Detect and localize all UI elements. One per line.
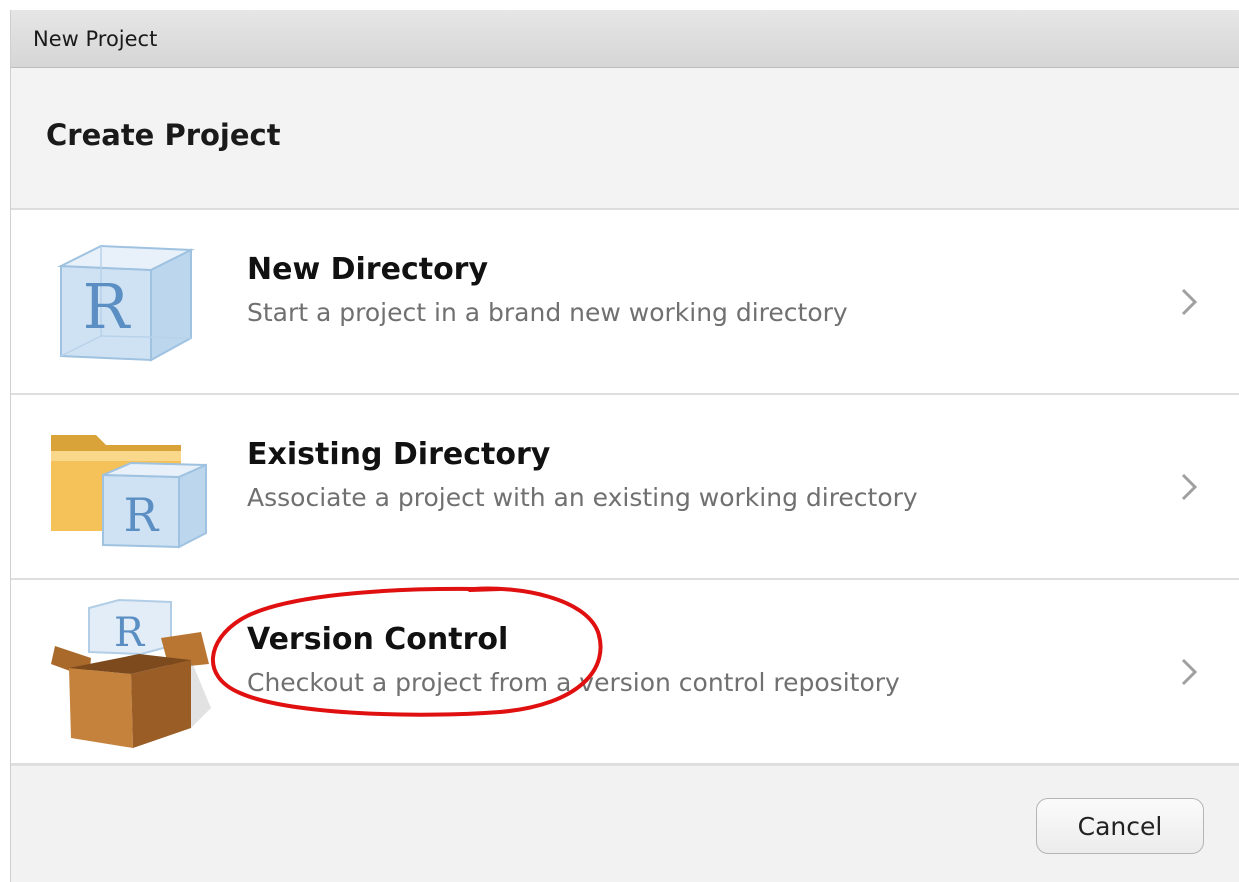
option-description: Checkout a project from a version contro…	[247, 668, 900, 697]
option-description: Associate a project with an existing wor…	[247, 483, 918, 512]
new-project-dialog: New Project Create Project R New Directo…	[10, 10, 1239, 882]
option-new-directory[interactable]: R New Directory Start a project in a bra…	[11, 210, 1239, 395]
svg-text:R: R	[114, 610, 146, 656]
option-existing-directory[interactable]: R Existing Directory Associate a project…	[11, 395, 1239, 580]
option-title: Existing Directory	[247, 437, 551, 472]
window-title: New Project	[33, 27, 158, 51]
option-title: Version Control	[247, 622, 509, 657]
r-cube-icon: R	[57, 244, 195, 362]
chevron-right-icon	[1181, 473, 1198, 501]
cancel-button[interactable]: Cancel	[1036, 798, 1204, 854]
page-title: Create Project	[46, 118, 281, 152]
chevron-right-icon	[1181, 288, 1198, 316]
option-title: New Directory	[247, 252, 489, 287]
project-type-list: R New Directory Start a project in a bra…	[11, 210, 1239, 765]
folder-r-icon: R	[51, 435, 207, 549]
svg-text:R: R	[83, 270, 132, 343]
box-r-icon: R	[51, 598, 211, 748]
dialog-titlebar[interactable]: New Project	[11, 10, 1239, 68]
option-version-control[interactable]: R Version Control Checkout a project fro…	[11, 580, 1239, 765]
option-description: Start a project in a brand new working d…	[247, 298, 848, 327]
dialog-header: Create Project	[11, 68, 1239, 210]
svg-text:R: R	[124, 488, 160, 542]
chevron-right-icon	[1181, 658, 1198, 686]
